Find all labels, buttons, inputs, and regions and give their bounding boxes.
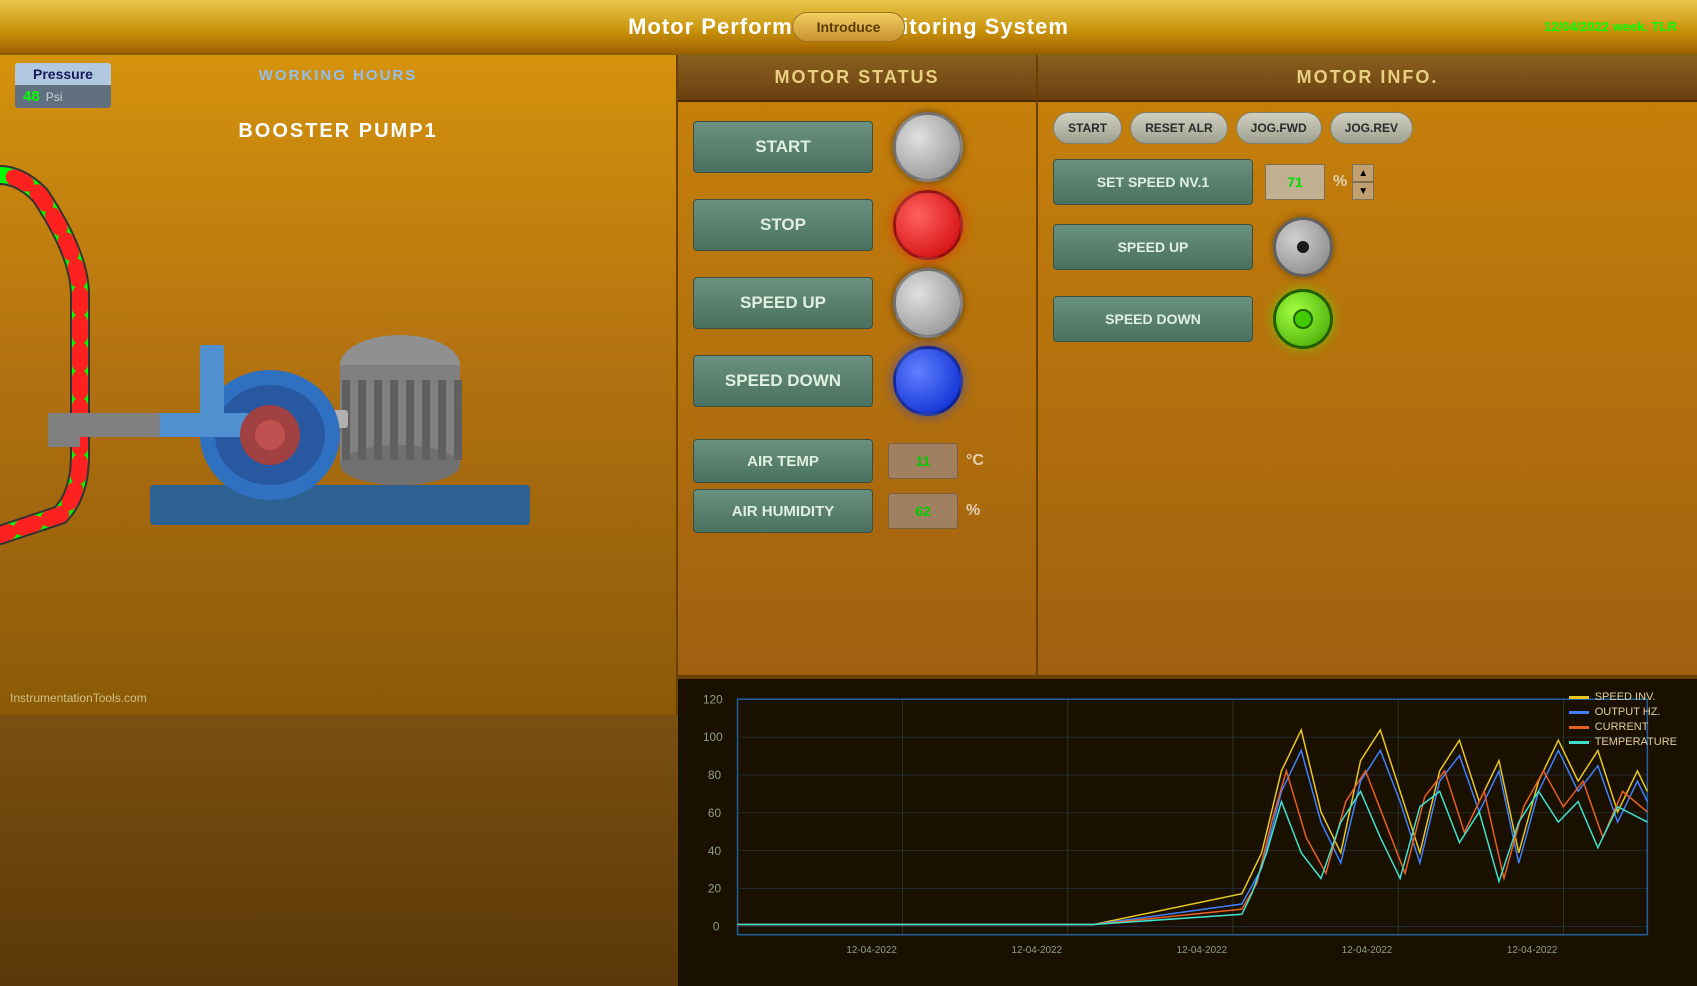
air-humidity-value: 62 xyxy=(888,493,958,529)
air-temp-unit: °C xyxy=(966,452,984,470)
info-buttons-row: START RESET ALR JOG.FWD JOG.REV xyxy=(1053,112,1682,144)
left-wrapper: Pressure 48 Psi WORKING HOURS BOOSTER PU… xyxy=(0,55,678,986)
motor-status-title: MOTOR STATUS xyxy=(775,67,940,87)
current-label: CURRENT xyxy=(1595,721,1649,733)
info-speed-down-row: SPEED DOWN xyxy=(1053,289,1682,349)
svg-text:12-04-2022: 12-04-2022 xyxy=(1507,945,1558,956)
info-reset-alr-btn[interactable]: RESET ALR xyxy=(1130,112,1228,144)
chart-legend: SPEED INV. OUTPUT HZ. CURRENT TEMPERATUR… xyxy=(1569,691,1677,748)
set-speed-row: SET SPEED NV.1 71 % ▲ ▼ xyxy=(1053,159,1682,205)
speed-up-button[interactable]: SPEED UP xyxy=(693,277,873,329)
chart-area: SPEED INV. OUTPUT HZ. CURRENT TEMPERATUR… xyxy=(678,677,1697,986)
speed-increment-btn[interactable]: ▲ xyxy=(1352,164,1374,182)
start-button[interactable]: START xyxy=(693,121,873,173)
green-knob-inner xyxy=(1293,309,1313,329)
pump-illustration xyxy=(0,55,678,715)
info-speed-down-label: SPEED DOWN xyxy=(1053,296,1253,342)
info-speed-up-label: SPEED UP xyxy=(1053,224,1253,270)
motor-status-panel: MOTOR STATUS START STOP SPEED U xyxy=(678,55,1038,677)
svg-text:12-04-2022: 12-04-2022 xyxy=(1011,945,1062,956)
datetime-display: 12/04/2022 week. TLR xyxy=(1544,19,1677,34)
right-top: MOTOR STATUS START STOP SPEED U xyxy=(678,55,1697,677)
legend-current: CURRENT xyxy=(1569,721,1677,733)
svg-text:0: 0 xyxy=(713,920,720,934)
svg-text:120: 120 xyxy=(703,692,723,706)
motor-status-header: MOTOR STATUS xyxy=(678,55,1036,102)
temperature-color xyxy=(1569,741,1589,744)
speed-down-button[interactable]: SPEED DOWN xyxy=(693,355,873,407)
air-temp-row: AIR TEMP 11 °C xyxy=(693,439,1021,483)
motor-info-panel: MOTOR INFO. START RESET ALR JOG.FWD JOG.… xyxy=(1038,55,1697,677)
main-layout: Pressure 48 Psi WORKING HOURS BOOSTER PU… xyxy=(0,55,1697,986)
start-row: START xyxy=(693,112,1021,182)
stop-row: STOP xyxy=(693,190,1021,260)
output-hz-line xyxy=(738,751,1648,925)
svg-text:60: 60 xyxy=(708,806,721,820)
stop-indicator xyxy=(893,190,963,260)
legend-speed-inv: SPEED INV. xyxy=(1569,691,1677,703)
air-temp-label: AIR TEMP xyxy=(693,439,873,483)
temperature-label: TEMPERATURE xyxy=(1595,736,1677,748)
speed-up-row: SPEED UP xyxy=(693,268,1021,338)
svg-text:40: 40 xyxy=(708,844,721,858)
output-hz-color xyxy=(1569,711,1589,714)
stop-button[interactable]: STOP xyxy=(693,199,873,251)
speed-up-indicator xyxy=(893,268,963,338)
knob-dot xyxy=(1297,241,1309,253)
speed-inv-label: SPEED INV. xyxy=(1595,691,1656,703)
svg-text:12-04-2022: 12-04-2022 xyxy=(1342,945,1393,956)
introduce-button[interactable]: Introduce xyxy=(792,12,906,42)
percent-label: % xyxy=(1333,173,1347,191)
left-panel: Pressure 48 Psi WORKING HOURS BOOSTER PU… xyxy=(0,55,678,715)
sensor-area: AIR TEMP 11 °C AIR HUMIDITY 62 % xyxy=(678,434,1036,538)
motor-info-title: MOTOR INFO. xyxy=(1297,67,1439,87)
legend-output-hz: OUTPUT HZ. xyxy=(1569,706,1677,718)
introduce-container: Introduce xyxy=(792,12,906,42)
site-label: InstrumentationTools.com xyxy=(10,691,147,705)
right-panels: MOTOR STATUS START STOP SPEED U xyxy=(678,55,1697,986)
svg-text:80: 80 xyxy=(708,768,721,782)
output-hz-label: OUTPUT HZ. xyxy=(1595,706,1661,718)
left-bottom xyxy=(0,715,678,986)
speed-down-row: SPEED DOWN xyxy=(693,346,1021,416)
status-buttons-area: START STOP SPEED UP SPEED xyxy=(678,102,1036,434)
speed-decrement-btn[interactable]: ▼ xyxy=(1352,182,1374,200)
set-speed-label: SET SPEED NV.1 xyxy=(1053,159,1253,205)
speed-down-indicator xyxy=(893,346,963,416)
svg-text:20: 20 xyxy=(708,882,721,896)
speed-up-knob[interactable] xyxy=(1273,217,1333,277)
speed-inv-color xyxy=(1569,696,1589,699)
set-speed-input[interactable]: 71 xyxy=(1265,164,1325,200)
chart-svg: 120 100 80 60 40 20 0 12-04-2022 12-04-2… xyxy=(698,689,1677,976)
info-jog-rev-btn[interactable]: JOG.REV xyxy=(1330,112,1413,144)
legend-temperature: TEMPERATURE xyxy=(1569,736,1677,748)
info-controls-area: START RESET ALR JOG.FWD JOG.REV SET SPEE… xyxy=(1038,102,1697,371)
svg-text:12-04-2022: 12-04-2022 xyxy=(1177,945,1228,956)
air-temp-value: 11 xyxy=(888,443,958,479)
speed-down-knob[interactable] xyxy=(1273,289,1333,349)
current-color xyxy=(1569,726,1589,729)
info-jog-fwd-btn[interactable]: JOG.FWD xyxy=(1236,112,1322,144)
motor-info-header: MOTOR INFO. xyxy=(1038,55,1697,102)
info-speed-up-row: SPEED UP xyxy=(1053,217,1682,277)
start-indicator xyxy=(893,112,963,182)
header: Motor Performance Monitoring System Intr… xyxy=(0,0,1697,55)
air-humidity-row: AIR HUMIDITY 62 % xyxy=(693,489,1021,533)
air-humidity-label: AIR HUMIDITY xyxy=(693,489,873,533)
svg-text:100: 100 xyxy=(703,730,723,744)
svg-text:12-04-2022: 12-04-2022 xyxy=(846,945,897,956)
info-start-btn[interactable]: START xyxy=(1053,112,1122,144)
air-humidity-unit: % xyxy=(966,502,980,520)
